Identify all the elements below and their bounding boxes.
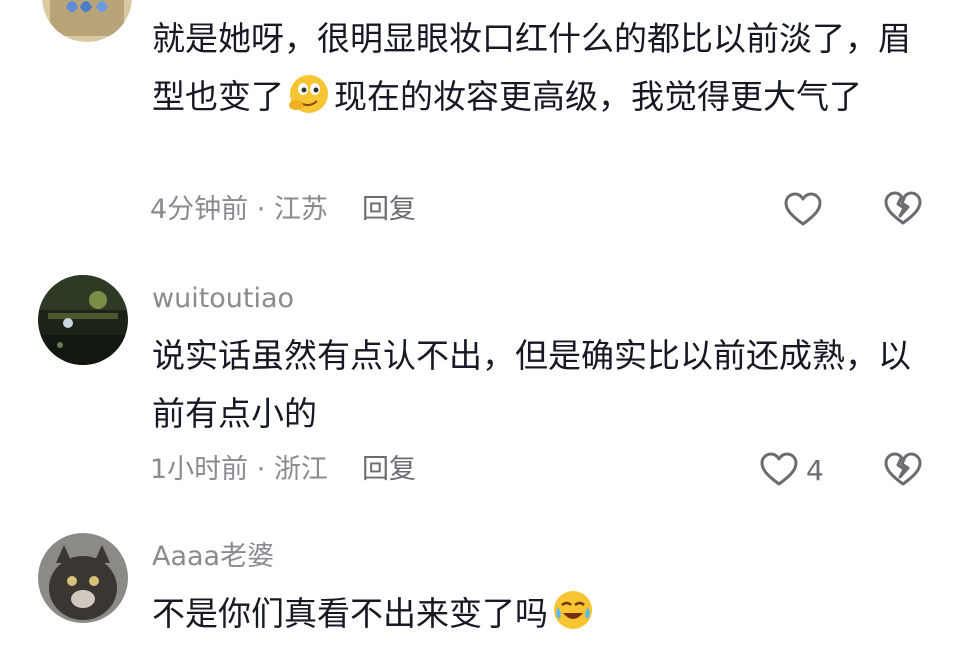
heart-outline-icon [784,192,822,226]
comment-2-text: 说实话虽然有点认不出，但是确实比以前还成熟，以前有点小的 [152,336,911,433]
comment-2-author[interactable]: wuitoutiao [152,282,294,316]
heart-outline-icon [760,452,798,486]
laughing-tears-emoji [550,587,596,633]
comment-2-like-count: 4 [806,453,824,487]
meta-separator: · [248,454,274,485]
comment-2-dislike-button[interactable] [882,449,924,491]
comment-2-location: 浙江 [273,454,328,485]
comment-1-like-button[interactable] [782,188,830,232]
meta-separator: · [248,194,274,225]
comment-1-location: 江苏 [273,194,328,225]
comment-3-text: 不是你们真看不出来变了吗 [152,585,932,643]
comment-3-avatar[interactable] [38,533,128,623]
comment-2-avatar[interactable] [38,275,128,365]
comment-1-dislike-button[interactable] [882,188,924,230]
thinking-face-emoji [286,70,332,116]
comment-1-text-part2: 现在的妆容更高级，我觉得更大气了 [334,77,862,116]
comment-1-avatar[interactable] [42,0,132,42]
comment-2-time: 1小时前 [150,454,249,485]
comment-2-like-button[interactable]: 4 [758,448,824,492]
comment-2-reply-button[interactable]: 回复 [362,454,416,485]
comment-2-meta: 1小时前 · 浙江 回复 [150,452,416,488]
comment-3-text-body: 不是你们真看不出来变了吗 [152,594,548,633]
comment-1-meta: 4分钟前 · 江苏 回复 [150,192,416,228]
comment-1-reply-button[interactable]: 回复 [362,194,416,225]
comment-1-time: 4分钟前 [150,194,249,225]
broken-heart-icon [884,191,922,225]
comment-1-text: 就是她呀，很明显眼妆口红什么的都比以前淡了，眉型也变了 现在的妆容更高级，我觉得更… [152,10,932,126]
broken-heart-icon [884,452,922,486]
comment-3-author[interactable]: Aaaa老婆 [152,540,274,574]
